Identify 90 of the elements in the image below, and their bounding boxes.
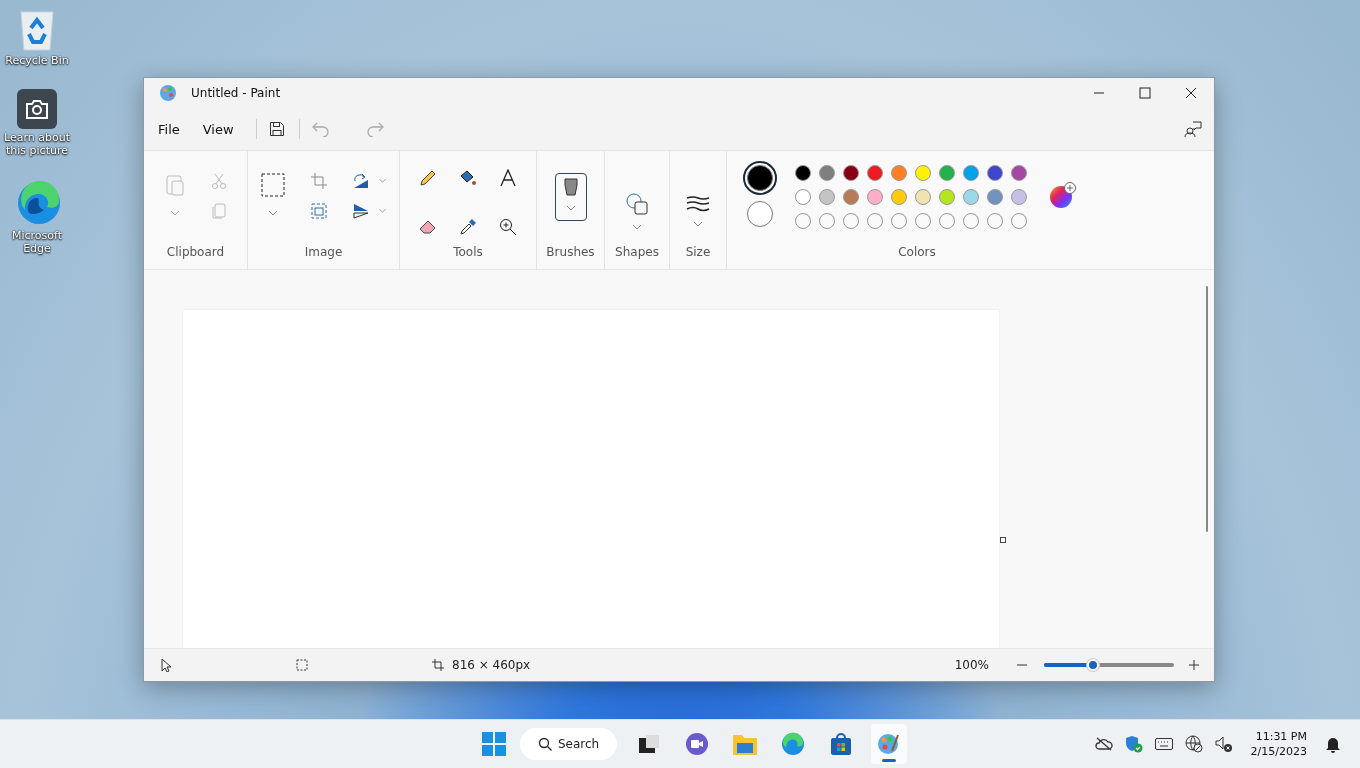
- store-bag-icon: [830, 732, 853, 756]
- clock-date[interactable]: 2/15/2023: [1250, 744, 1307, 759]
- shapes-icon[interactable]: [626, 192, 648, 215]
- zoom-percentage: 100%: [954, 658, 989, 672]
- flip-icon[interactable]: [353, 203, 369, 219]
- color-slot[interactable]: [747, 165, 773, 191]
- speaker-muted-icon[interactable]: [1214, 735, 1233, 753]
- canvas-size: 816 × 460px: [452, 658, 531, 672]
- camera-icon[interactable]: [17, 89, 57, 129]
- color-swatch[interactable]: [795, 165, 811, 181]
- scrollbar[interactable]: [1206, 286, 1208, 532]
- shield-icon[interactable]: [1124, 735, 1143, 753]
- folder-icon: [733, 733, 758, 755]
- eraser-icon[interactable]: [419, 218, 437, 236]
- redo-icon[interactable]: [365, 121, 384, 137]
- chevron-down-icon[interactable]: [379, 179, 386, 183]
- color-swatch[interactable]: [891, 189, 907, 205]
- selection-icon[interactable]: [261, 173, 285, 197]
- scissors-icon[interactable]: [210, 173, 227, 189]
- color-picker-icon[interactable]: [459, 218, 477, 236]
- pencil-icon[interactable]: [419, 169, 437, 187]
- palette-icon: [877, 732, 902, 756]
- task-view-icon: [638, 733, 661, 755]
- zoom-in-icon[interactable]: [1188, 659, 1200, 671]
- palette-icon: [159, 84, 177, 102]
- video-chat-icon: [685, 732, 710, 756]
- menu-item[interactable]: View: [201, 117, 246, 141]
- color-swatch[interactable]: [987, 189, 1003, 205]
- chevron-down-icon[interactable]: [694, 221, 702, 227]
- color-swatch[interactable]: [963, 189, 979, 205]
- group-label: Shapes: [615, 245, 659, 259]
- color-swatch[interactable]: [867, 189, 883, 205]
- color-swatch[interactable]: [1011, 189, 1027, 205]
- canvas-size-icon: [432, 659, 444, 671]
- color-wheel-icon[interactable]: [1049, 181, 1077, 209]
- globe-blocked-icon[interactable]: [1184, 735, 1203, 753]
- group-label: Clipboard: [166, 245, 225, 259]
- stroke-size-icon[interactable]: [686, 195, 710, 212]
- group-label: Image: [304, 245, 343, 259]
- group-label: Colors: [898, 245, 936, 259]
- color-swatch[interactable]: [867, 165, 883, 181]
- window-title: Untitled - Paint: [191, 86, 281, 100]
- color-swatch[interactable]: [915, 165, 931, 181]
- color-swatch[interactable]: [939, 165, 955, 181]
- selection-size-icon: [296, 659, 308, 671]
- search-button[interactable]: Search: [520, 728, 618, 760]
- share-icon[interactable]: [1184, 120, 1202, 138]
- chevron-down-icon[interactable]: [170, 211, 179, 216]
- recycle-bin-icon[interactable]: [17, 8, 57, 52]
- undo-icon[interactable]: [311, 121, 330, 137]
- cloud-off-icon[interactable]: [1094, 737, 1113, 751]
- magnifier-icon[interactable]: [499, 218, 517, 236]
- bell-icon[interactable]: [1325, 735, 1341, 753]
- group-label: Tools: [453, 245, 483, 259]
- close-icon[interactable]: [1185, 87, 1197, 99]
- chevron-down-icon: [566, 206, 575, 211]
- color-swatch[interactable]: [963, 165, 979, 181]
- rotate-icon[interactable]: [353, 173, 369, 189]
- edge-icon: [781, 732, 806, 756]
- color-swatch[interactable]: [891, 165, 907, 181]
- group-label: Brushes: [546, 245, 595, 259]
- windows-start-icon[interactable]: [482, 732, 506, 756]
- menu-item[interactable]: File: [157, 117, 192, 141]
- pointer-icon: [161, 658, 173, 672]
- slider-thumb[interactable]: [1087, 659, 1100, 671]
- color-swatch[interactable]: [843, 189, 859, 205]
- search-icon: [538, 737, 552, 751]
- color-swatch[interactable]: [987, 165, 1003, 181]
- brush-button[interactable]: [554, 173, 587, 221]
- color-slot[interactable]: [747, 201, 773, 227]
- color-swatch[interactable]: [939, 189, 955, 205]
- resize-icon[interactable]: [311, 203, 327, 219]
- color-swatch[interactable]: [843, 165, 859, 181]
- chevron-down-icon[interactable]: [379, 209, 386, 213]
- text-tool-icon[interactable]: [499, 169, 517, 187]
- color-swatch[interactable]: [795, 189, 811, 205]
- fill-bucket-icon[interactable]: [459, 169, 477, 187]
- chevron-down-icon[interactable]: [633, 224, 641, 230]
- group-label: Size: [685, 245, 711, 259]
- color-swatch[interactable]: [1011, 165, 1027, 181]
- clock-time[interactable]: 11:31 PM: [1255, 729, 1307, 744]
- save-icon[interactable]: [268, 121, 285, 137]
- maximize-icon[interactable]: [1139, 87, 1151, 99]
- keyboard-icon[interactable]: [1154, 738, 1173, 750]
- color-swatch[interactable]: [819, 165, 835, 181]
- crop-icon[interactable]: [311, 173, 327, 189]
- chevron-down-icon[interactable]: [269, 211, 277, 216]
- color-swatch[interactable]: [915, 189, 931, 205]
- color-swatch[interactable]: [819, 189, 835, 205]
- resize-handle[interactable]: [1000, 537, 1006, 543]
